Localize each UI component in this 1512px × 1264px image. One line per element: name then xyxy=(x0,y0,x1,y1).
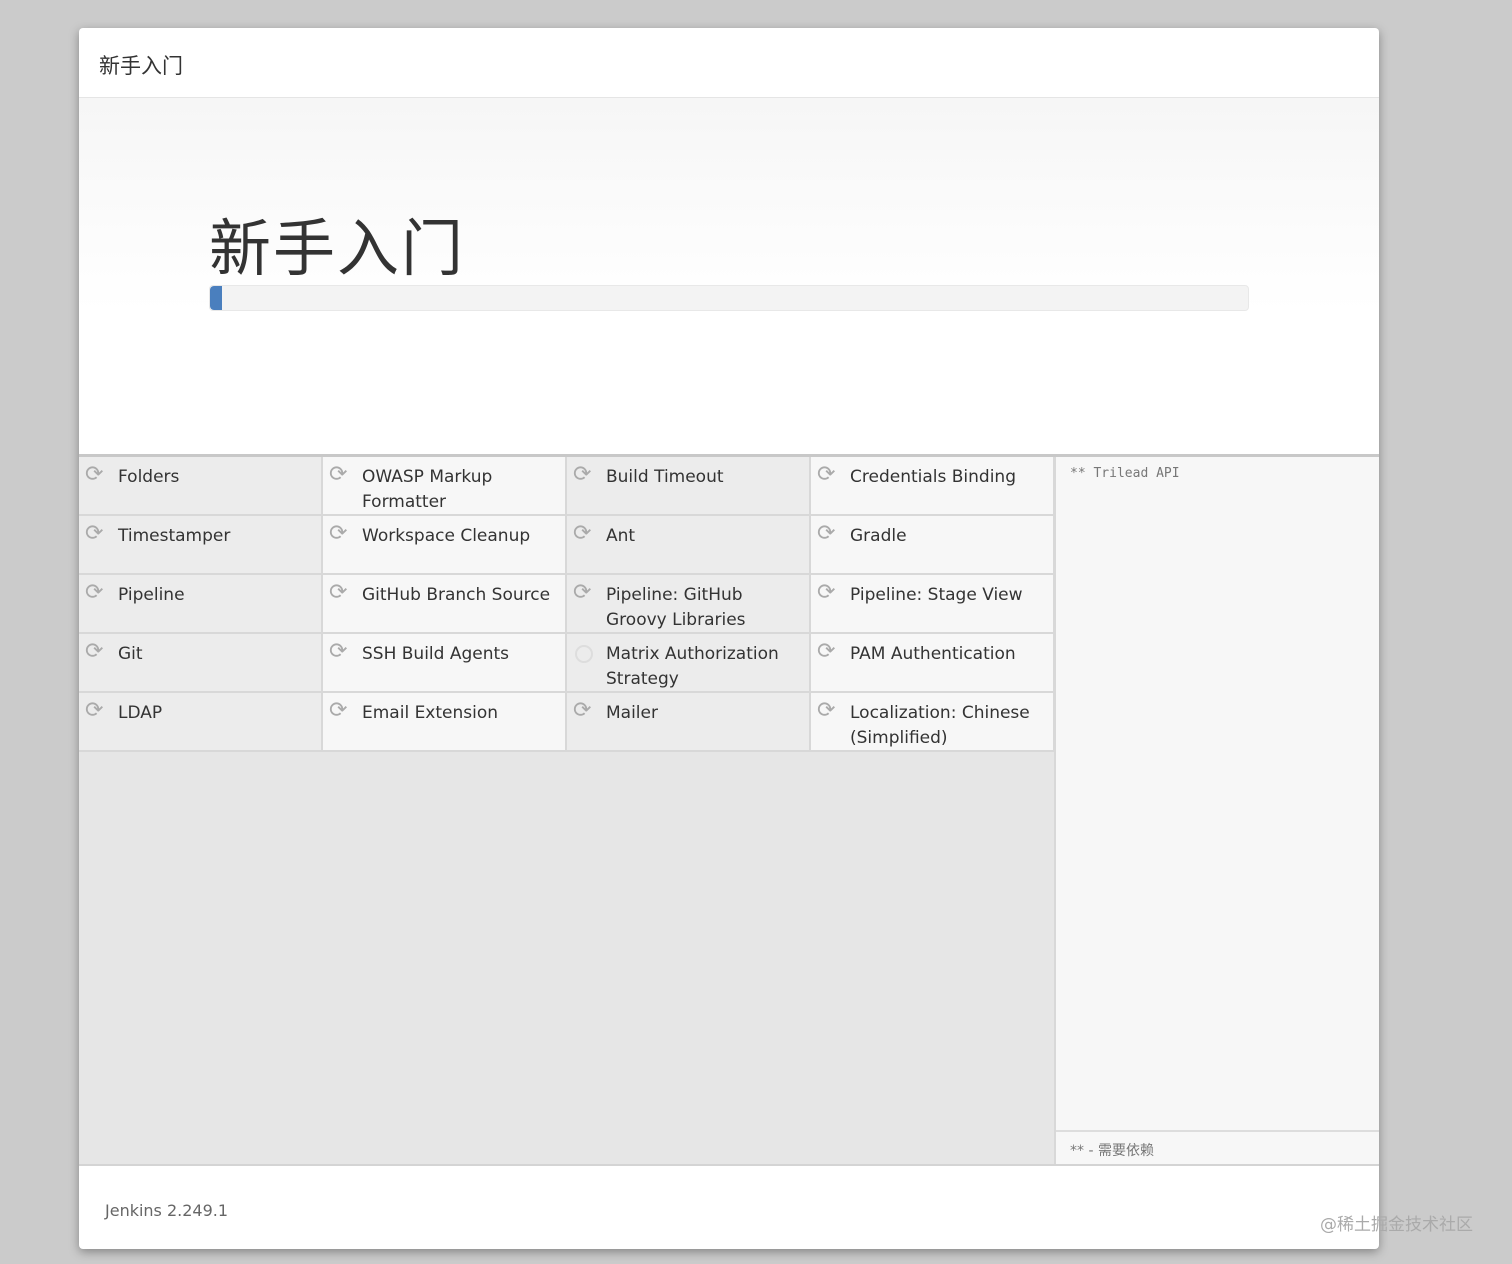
installing-spinner-icon: ⟳ xyxy=(329,462,348,487)
plugin-install-area: ⟳ Folders ⟳ OWASP Markup Formatter ⟳ Build Ti… xyxy=(79,454,1379,1166)
plugin-item: ⟳ Email Extension xyxy=(323,693,567,752)
plugin-name: Credentials Binding xyxy=(850,467,1016,487)
log-legend: ** - 需要依赖 xyxy=(1056,1130,1379,1164)
plugin-item: ⟳ Timestamper xyxy=(79,516,323,575)
plugin-name: Pipeline: Stage View xyxy=(850,585,1023,605)
progress-fill xyxy=(210,286,223,310)
plugin-item: ⟳ Credentials Binding xyxy=(811,457,1055,516)
plugin-item: ⟳ Pipeline: Stage View xyxy=(811,575,1055,634)
page-title: 新手入门 xyxy=(209,212,466,285)
installing-spinner-icon: ⟳ xyxy=(85,521,104,546)
plugin-name: Matrix Authorization Strategy xyxy=(606,644,779,689)
hero: 新手入门 xyxy=(79,98,1379,454)
plugin-name: Pipeline xyxy=(118,585,185,605)
install-progress-bar xyxy=(209,285,1249,311)
plugin-item: ⟳ Pipeline: GitHub Groovy Libraries xyxy=(567,575,811,634)
plugin-name: OWASP Markup Formatter xyxy=(362,467,493,512)
install-log-panel: ** Trilead API ** - 需要依赖 xyxy=(1054,457,1379,1164)
installing-spinner-icon: ⟳ xyxy=(329,580,348,605)
plugin-name: Git xyxy=(118,644,143,664)
plugin-item: Matrix Authorization Strategy xyxy=(567,634,811,693)
plugin-name: Mailer xyxy=(606,703,658,723)
installing-spinner-icon: ⟳ xyxy=(817,698,836,723)
plugin-item: ⟳ Pipeline xyxy=(79,575,323,634)
plugin-item: ⟳ GitHub Branch Source xyxy=(323,575,567,634)
installing-spinner-icon: ⟳ xyxy=(329,521,348,546)
plugin-name: Localization: Chinese (Simplified) xyxy=(850,703,1030,748)
plugin-name: LDAP xyxy=(118,703,163,723)
plugin-name: Build Timeout xyxy=(606,467,724,487)
installing-spinner-icon: ⟳ xyxy=(85,462,104,487)
plugin-name: PAM Authentication xyxy=(850,644,1016,664)
installing-spinner-icon: ⟳ xyxy=(817,521,836,546)
plugin-item: ⟳ Git xyxy=(79,634,323,693)
plugin-item: ⟳ Ant xyxy=(567,516,811,575)
plugin-name: Pipeline: GitHub Groovy Libraries xyxy=(606,585,746,630)
installing-spinner-icon: ⟳ xyxy=(573,521,592,546)
plugin-name: Ant xyxy=(606,526,636,546)
installing-spinner-icon: ⟳ xyxy=(573,580,592,605)
plugin-item: ⟳ PAM Authentication xyxy=(811,634,1055,693)
watermark: @稀土掘金技术社区 xyxy=(1320,1215,1473,1235)
plugin-item: ⟳ Folders xyxy=(79,457,323,516)
plugin-item: ⟳ Mailer xyxy=(567,693,811,752)
installing-spinner-icon: ⟳ xyxy=(573,698,592,723)
installing-spinner-icon: ⟳ xyxy=(85,698,104,723)
log-text: ** Trilead API xyxy=(1070,466,1180,481)
plugin-name: GitHub Branch Source xyxy=(362,585,551,605)
plugin-grid: ⟳ Folders ⟳ OWASP Markup Formatter ⟳ Build Ti… xyxy=(79,457,1055,752)
setup-wizard-window: 新手入门 新手入门 ⟳ Folders ⟳ OWASP Markup Formatte… xyxy=(79,28,1379,1249)
installing-spinner-icon: ⟳ xyxy=(817,580,836,605)
plugin-name: Email Extension xyxy=(362,703,499,723)
installing-spinner-icon: ⟳ xyxy=(329,698,348,723)
installing-spinner-icon: ⟳ xyxy=(573,462,592,487)
plugin-item: ⟳ SSH Build Agents xyxy=(323,634,567,693)
installing-spinner-icon: ⟳ xyxy=(85,639,104,664)
plugin-item: ⟳ LDAP xyxy=(79,693,323,752)
plugin-name: Workspace Cleanup xyxy=(362,526,531,546)
installing-spinner-icon: ⟳ xyxy=(329,639,348,664)
plugin-name: Gradle xyxy=(850,526,907,546)
plugin-item: ⟳ Build Timeout xyxy=(567,457,811,516)
window-header: 新手入门 xyxy=(79,28,1379,98)
plugin-item: ⟳ Gradle xyxy=(811,516,1055,575)
plugin-name: Folders xyxy=(118,467,180,487)
plugin-item: ⟳ OWASP Markup Formatter xyxy=(323,457,567,516)
plugin-name: SSH Build Agents xyxy=(362,644,510,664)
plugin-name: Timestamper xyxy=(118,526,231,546)
pending-icon xyxy=(575,645,593,663)
installing-spinner-icon: ⟳ xyxy=(817,462,836,487)
installing-spinner-icon: ⟳ xyxy=(817,639,836,664)
installing-spinner-icon: ⟳ xyxy=(85,580,104,605)
plugin-item: ⟳ Workspace Cleanup xyxy=(323,516,567,575)
plugin-item: ⟳ Localization: Chinese (Simplified) xyxy=(811,693,1055,752)
jenkins-version: Jenkins 2.249.1 xyxy=(105,1201,229,1220)
